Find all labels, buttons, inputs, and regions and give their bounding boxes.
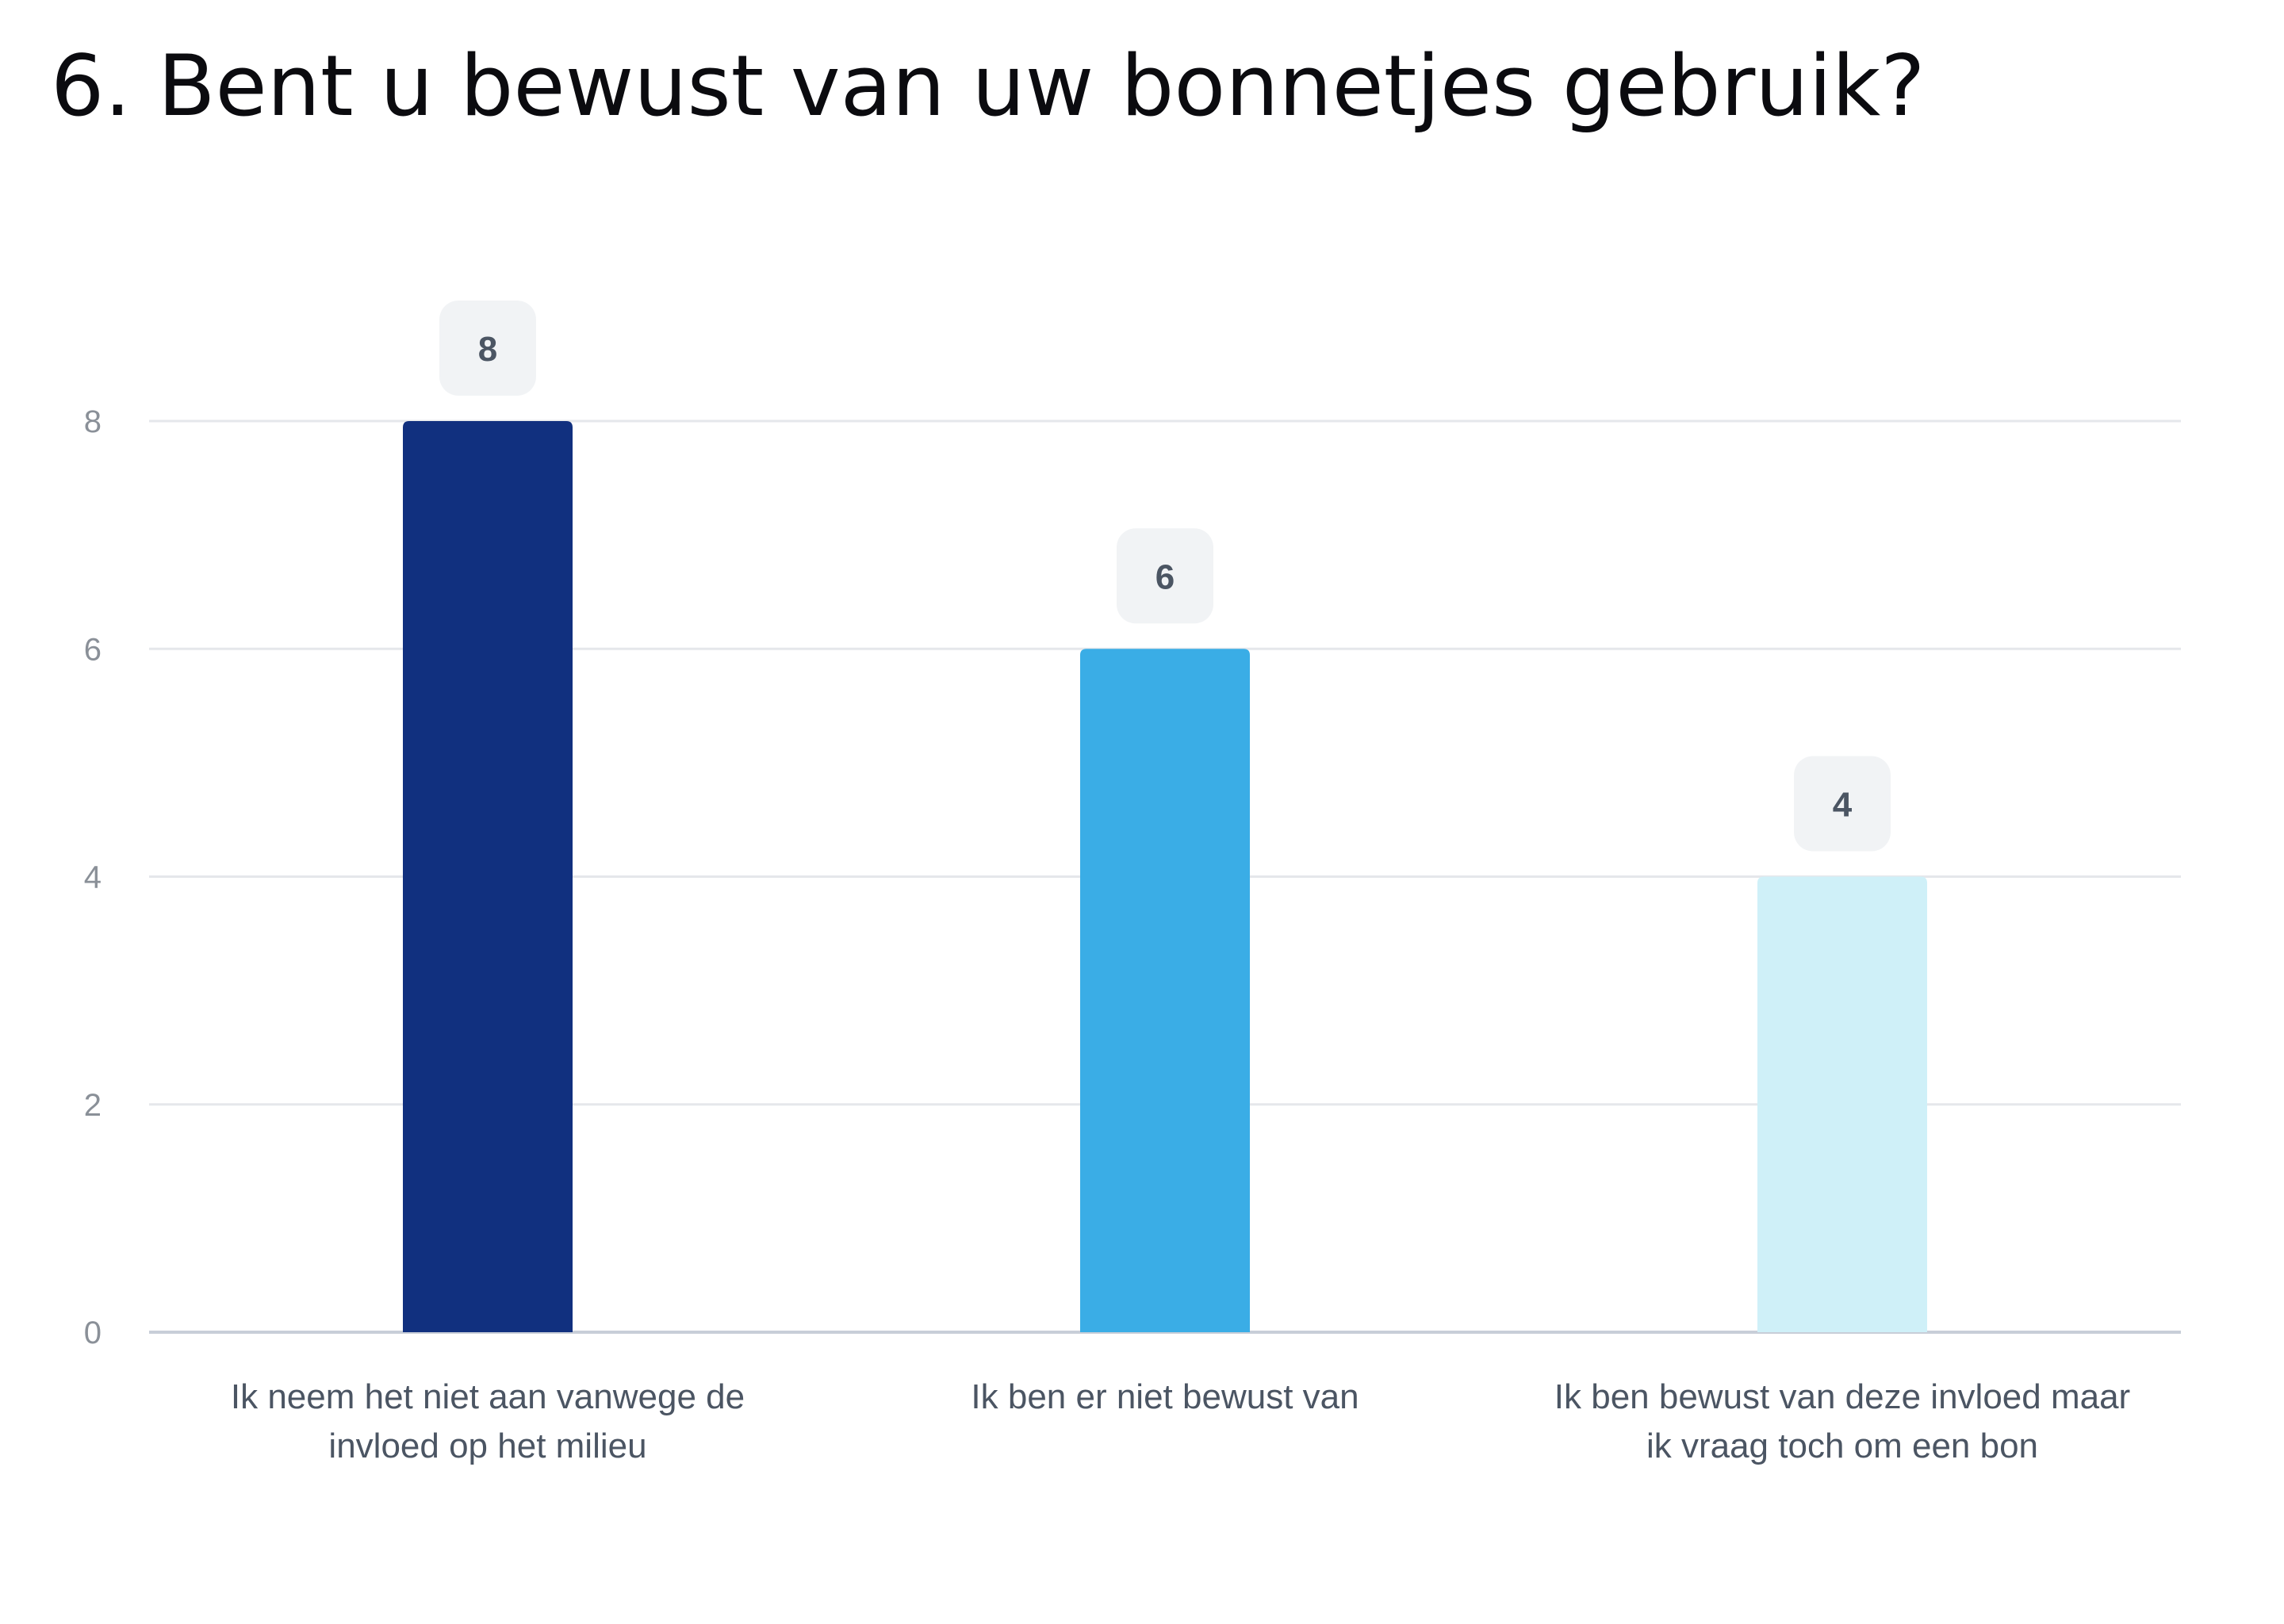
category-label: Ik neem het niet aan vanwege de <box>231 1377 745 1416</box>
category-label: Ik ben bewust van deze invloed maar <box>1554 1377 2130 1416</box>
y-axis-ticks: 0 2 4 6 8 <box>84 404 102 1350</box>
category-labels: Ik neem het niet aan vanwege de invloed o… <box>231 1377 2130 1465</box>
value-label: 6 <box>1155 557 1175 596</box>
y-tick-label: 6 <box>84 632 102 667</box>
category-label: invloed op het milieu <box>328 1427 646 1465</box>
bar <box>1757 876 1927 1332</box>
bar <box>1080 649 1250 1332</box>
y-tick-label: 4 <box>84 860 102 895</box>
y-tick-label: 0 <box>84 1316 102 1350</box>
value-label: 4 <box>1833 786 1853 825</box>
bar-chart: 0 2 4 6 8 8 6 4 Ik neem het niet aan vanwege d… <box>84 301 2181 1465</box>
y-tick-label: 2 <box>84 1088 102 1123</box>
category-label: Ik ben er niet bewust van <box>971 1377 1359 1416</box>
category-label: ik vraag toch om een bon <box>1646 1427 2038 1465</box>
y-tick-label: 8 <box>84 404 102 439</box>
bar <box>403 421 573 1332</box>
value-label: 8 <box>478 330 497 369</box>
